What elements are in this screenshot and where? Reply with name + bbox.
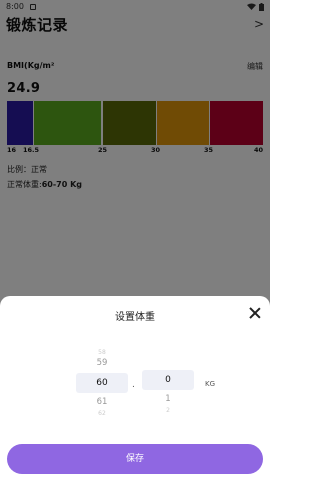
decimal-picker[interactable]: 0 1 2 — [142, 370, 194, 415]
picker-item[interactable]: 61 — [76, 396, 128, 409]
picker-item[interactable]: 58 — [76, 348, 128, 357]
weight-dialog: 设置体重 58 59 60 61 62 . 0 1 2 KG 保存 — [0, 296, 270, 480]
picker-item[interactable]: 59 — [76, 357, 128, 370]
picker-item[interactable]: 2 — [142, 406, 194, 415]
picker-item[interactable]: 1 — [142, 393, 194, 406]
close-icon[interactable] — [249, 307, 261, 319]
integer-picker[interactable]: 58 59 60 61 62 — [76, 348, 128, 418]
picker-selected-item[interactable]: 0 — [142, 370, 194, 390]
decimal-separator: . — [132, 380, 135, 390]
unit-label: KG — [205, 380, 216, 388]
picker-selected-item[interactable]: 60 — [76, 373, 128, 393]
save-button[interactable]: 保存 — [7, 444, 263, 474]
picker-item[interactable]: 62 — [76, 409, 128, 418]
dialog-title: 设置体重 — [115, 312, 155, 323]
